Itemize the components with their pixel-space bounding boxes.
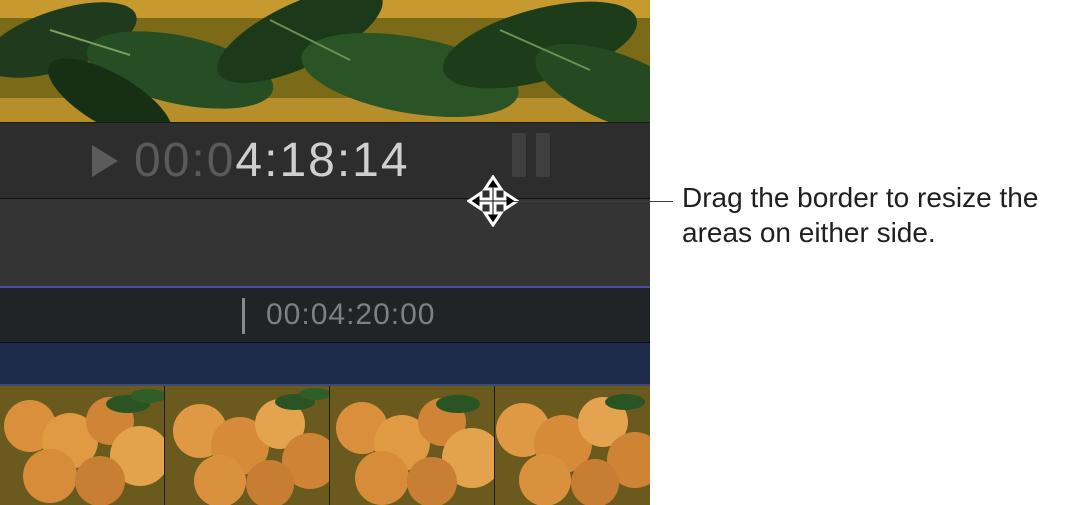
clip-thumbnail[interactable] bbox=[330, 386, 495, 505]
audio-meters bbox=[512, 133, 550, 177]
audio-meter-bar bbox=[512, 133, 526, 177]
editor-panel: 00:04:18:14 00:04:20:00 bbox=[0, 0, 650, 505]
ruler-timecode: 00:04:20:00 bbox=[266, 298, 435, 332]
timecode-active[interactable]: 4:18:14 bbox=[235, 133, 409, 188]
panel-divider[interactable] bbox=[0, 198, 650, 286]
callout-leader-line bbox=[513, 201, 673, 202]
clip-thumbnail[interactable] bbox=[0, 386, 165, 505]
timecode-dimmed: 00:0 bbox=[134, 133, 235, 188]
play-icon[interactable] bbox=[92, 145, 120, 177]
viewer-preview[interactable] bbox=[0, 0, 650, 122]
filmstrip-track[interactable] bbox=[0, 386, 650, 505]
timeline-ruler[interactable]: 00:04:20:00 bbox=[0, 286, 650, 342]
timecode-bar: 00:04:18:14 bbox=[0, 122, 650, 198]
audio-meter-bar bbox=[536, 133, 550, 177]
viewer-image bbox=[0, 0, 650, 122]
clip-thumbnail[interactable] bbox=[165, 386, 330, 505]
clip-thumbnail[interactable] bbox=[495, 386, 650, 505]
callout-text: Drag the border to resize the areas on e… bbox=[682, 180, 1052, 250]
timeline-track-gap bbox=[0, 342, 650, 386]
playhead-marker[interactable] bbox=[242, 298, 245, 334]
